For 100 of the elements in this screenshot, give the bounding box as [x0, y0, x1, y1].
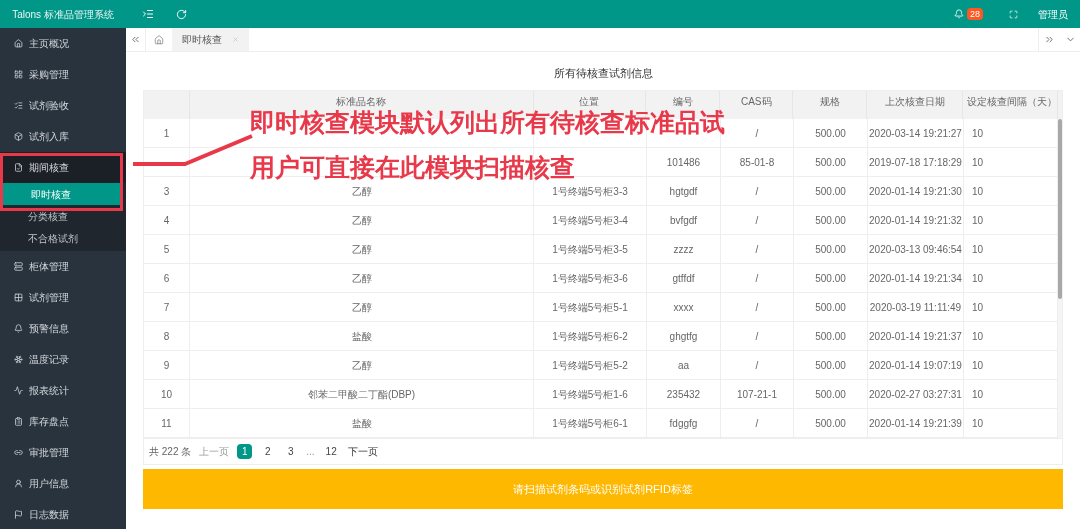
table-cell-text: 1号终端5号柜1-6 — [552, 387, 628, 402]
table-cell-text: / — [755, 242, 759, 257]
table-cell-text: 1号终端5号柜5-2 — [552, 358, 628, 373]
table-cell-text: hgtgdf — [669, 184, 698, 199]
list-icon — [14, 101, 23, 110]
table-cell-text: 500.00 — [815, 329, 846, 344]
annotation-text: 即时核查模块默认列出所有待核查标准品试 — [250, 109, 725, 135]
table-cell-text: 10 — [972, 213, 984, 228]
table-cell-text: / — [755, 329, 759, 344]
table-cell-text: 2020-01-14 19:21:30 — [869, 184, 962, 199]
table-cell-text: 8 — [163, 329, 170, 344]
table-cell-text: 2020-01-14 19:21:37 — [869, 329, 962, 344]
table-cell-text: 盐酸 — [351, 329, 372, 344]
table-cell-text: 500.00 — [815, 242, 846, 257]
column-header: 规格 — [819, 96, 840, 107]
table-cell-text: 500.00 — [815, 155, 846, 170]
table-cell-text: / — [755, 126, 759, 141]
page-title: 所有待核查试剂信息 — [552, 65, 654, 81]
table-cell-text: 1号终端5号柜6-1 — [552, 416, 628, 431]
scrollbar-thumb[interactable] — [1058, 119, 1062, 299]
table-cell-text: 2019-07-18 17:18:29 — [869, 155, 962, 170]
table-cell-text: 9 — [163, 358, 170, 373]
table-cell-text: 2020-03-19 11:11:49 — [869, 300, 962, 315]
table-cell-text: 10 — [972, 387, 984, 402]
table-cell-text: / — [755, 184, 759, 199]
table-cell-text: 11 — [161, 416, 172, 431]
page-button[interactable]: 2 — [260, 444, 276, 459]
close-icon[interactable] — [232, 36, 239, 43]
table-cell-text: 500.00 — [815, 387, 846, 402]
table-cell-text: xxxx — [673, 300, 694, 315]
table-cell-text: 500.00 — [815, 271, 846, 286]
table-cell-text: 2020-01-14 19:21:32 — [869, 213, 962, 228]
next-page-link[interactable]: 下一页 — [347, 444, 378, 459]
submenu-item[interactable]: 即时核查 — [3, 183, 123, 205]
table-cell-text: / — [755, 300, 759, 315]
notification-badge: 28 — [967, 8, 983, 20]
page-tab[interactable]: 即时核查 — [172, 28, 249, 51]
box-icon — [14, 132, 23, 141]
column-header: CAS码 — [740, 96, 772, 107]
file-check-icon — [14, 163, 23, 172]
column-header: 位置 — [579, 96, 600, 107]
table-cell-text: 10 — [972, 242, 984, 257]
column-header: 上次核查日期 — [884, 96, 945, 107]
table-cell-text: 乙醇 — [351, 242, 372, 257]
table-cell-text: 乙醇 — [351, 271, 372, 286]
page-button[interactable]: 1 — [237, 444, 253, 459]
table-cell-text: 7 — [163, 300, 170, 315]
table-cell-text: 10 — [972, 416, 984, 431]
table-cell-text: 500.00 — [815, 358, 846, 373]
table-cell-text: aa — [677, 358, 690, 373]
table-cell-text: 5 — [163, 242, 170, 257]
table-cell-text: 10 — [972, 300, 984, 315]
page-button[interactable]: 3 — [283, 444, 299, 459]
table-cell-text: 500.00 — [815, 300, 846, 315]
table-cell-text: 1号终端5号柜3-3 — [552, 184, 628, 199]
table-cell-text: 10 — [972, 271, 984, 286]
table-cell-text: fdggfg — [669, 416, 698, 431]
table-cell-text: 2020-03-13 09:46:54 — [869, 242, 962, 257]
table-cell-text: 1号终端5号柜3-5 — [552, 242, 628, 257]
table-cell-text: 乙醇 — [351, 358, 372, 373]
table-cell-text: 2020-03-14 19:21:27 — [869, 126, 962, 141]
pulse-icon — [14, 386, 23, 395]
table-cell-text: 1 — [163, 126, 170, 141]
table-cell-text: ghgtfg — [669, 329, 698, 344]
table-cell-text: / — [755, 358, 759, 373]
table-cell-text: 1号终端5号柜3-4 — [552, 213, 628, 228]
table-cell-text: 乙醇 — [351, 184, 372, 199]
grid-icon — [14, 293, 23, 302]
table-cell-text: 10 — [972, 358, 984, 373]
table-cell-text: 盐酸 — [351, 416, 372, 431]
table-cell-text: 2020-02-27 03:27:31 — [869, 387, 962, 402]
bell-icon — [14, 324, 23, 333]
table-cell-text: 10 — [972, 126, 984, 141]
flag-icon — [14, 510, 23, 519]
submenu-item[interactable]: 分类核查 — [0, 205, 126, 227]
table-cell-text: 10 — [160, 387, 173, 402]
table-cell-text: bvfgdf — [669, 213, 698, 228]
home-icon — [14, 39, 23, 48]
page-button[interactable]: 12 — [322, 444, 340, 459]
column-header: 标准品名称 — [336, 96, 387, 107]
table-cell-text: 邻苯二甲酸二丁酯(DBP) — [307, 387, 416, 402]
table-cell-text: 500.00 — [815, 416, 846, 431]
annotation-text: 用户可直接在此模块扫描核查 — [250, 154, 575, 180]
snowflake-icon — [14, 355, 23, 364]
user-name[interactable]: 管理员 — [1038, 6, 1068, 22]
table-cell-text: 2020-01-14 19:07:19 — [869, 358, 962, 373]
clipboard-icon — [14, 417, 23, 426]
page-ellipsis: ... — [306, 445, 315, 459]
table-cell-text: 101486 — [666, 155, 701, 170]
user-icon — [14, 479, 23, 488]
table-cell-text: 10 — [972, 155, 984, 170]
table-cell-text: 500.00 — [815, 184, 846, 199]
table-cell-text: 1号终端5号柜6-2 — [552, 329, 628, 344]
grid-icon — [14, 70, 23, 79]
table-cell-text: 乙醇 — [351, 213, 372, 228]
table-cell-text: 6 — [163, 271, 170, 286]
table-cell-text: / — [755, 271, 759, 286]
table-cell-text: 乙醇 — [351, 300, 372, 315]
table-cell-text: 3 — [163, 184, 170, 199]
submenu-item[interactable]: 不合格试剂 — [0, 227, 126, 249]
